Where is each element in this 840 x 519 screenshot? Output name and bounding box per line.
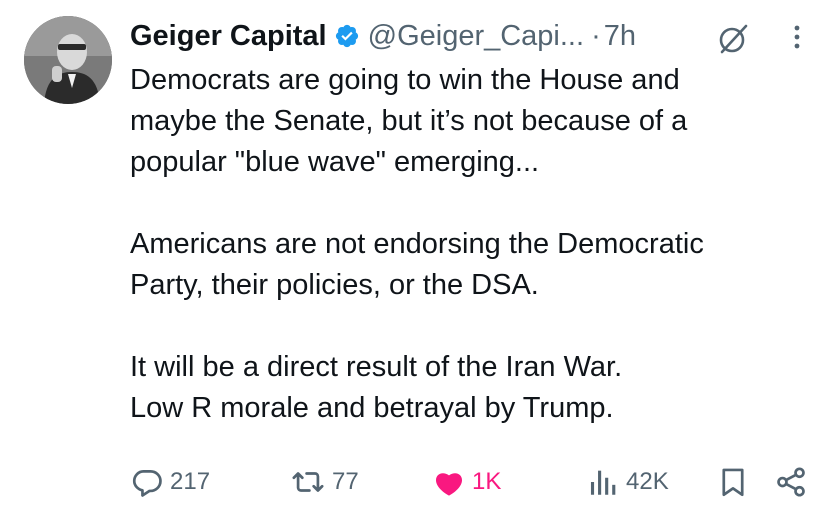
avatar-image <box>24 16 112 104</box>
views-icon <box>590 470 616 495</box>
text-line: Low R morale and betrayal by Trump. <box>130 392 614 424</box>
tweet-header: Geiger Capital @Geiger_Capi... · 7h <box>130 16 636 56</box>
action-bar: 217 77 1K 42K <box>0 460 840 504</box>
avatar[interactable] <box>24 16 112 104</box>
tweet[interactable]: Geiger Capital @Geiger_Capi... · 7h Demo… <box>0 0 840 519</box>
share-button[interactable] <box>774 460 808 504</box>
repost-icon <box>292 472 324 492</box>
handle[interactable]: @Geiger_Capi... <box>368 20 584 53</box>
more-icon[interactable] <box>787 20 807 54</box>
reply-count: 217 <box>170 468 211 495</box>
bookmark-icon <box>722 468 744 497</box>
bookmark-button[interactable] <box>716 460 750 504</box>
display-name[interactable]: Geiger Capital <box>130 20 327 53</box>
grok-icon[interactable] <box>716 22 750 56</box>
text-line: Party, their policies, or the DSA. <box>130 269 539 301</box>
text-line: maybe the Senate, but it’s not because o… <box>130 105 688 137</box>
like-button[interactable]: 1K <box>432 460 501 504</box>
tweet-paragraph: It will be a direct result of the Iran W… <box>130 347 820 429</box>
reply-button[interactable]: 217 <box>130 460 210 504</box>
text-line: It will be a direct result of the Iran W… <box>130 351 623 383</box>
tweet-paragraph: Democrats are going to win the House and… <box>130 60 820 183</box>
text-line: popular "blue wave" emerging... <box>130 146 540 178</box>
views-button[interactable]: 42K <box>586 460 669 504</box>
tweet-text: Democrats are going to win the House and… <box>130 60 820 429</box>
reply-icon <box>132 470 162 497</box>
text-line: Americans are not endorsing the Democrat… <box>130 228 704 260</box>
views-count: 42K <box>626 468 669 495</box>
heart-icon <box>436 473 462 496</box>
verified-badge-icon <box>334 23 360 49</box>
tweet-paragraph: Americans are not endorsing the Democrat… <box>130 224 820 306</box>
share-icon <box>777 467 805 497</box>
like-count: 1K <box>472 468 502 495</box>
text-line: Democrats are going to win the House and <box>130 64 680 96</box>
separator-dot: · <box>591 19 601 52</box>
repost-button[interactable]: 77 <box>290 460 359 504</box>
repost-count: 77 <box>332 468 359 495</box>
timestamp[interactable]: 7h <box>604 20 636 53</box>
